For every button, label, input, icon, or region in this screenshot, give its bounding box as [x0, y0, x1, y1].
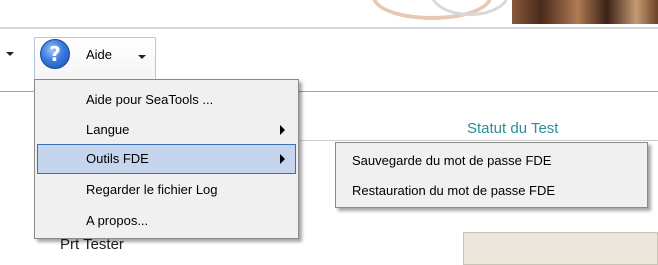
menu-item-label: Outils FDE: [86, 151, 149, 166]
banner-photo: [512, 0, 658, 24]
content-divider: [300, 140, 658, 141]
submenu-item-sauvegarde[interactable]: Sauvegarde du mot de passe FDE: [338, 146, 645, 176]
menu-item-langue[interactable]: Langue: [37, 115, 296, 145]
submenu-item-restauration[interactable]: Restauration du mot de passe FDE: [338, 176, 645, 206]
menu-item-outils-fde[interactable]: Outils FDE: [37, 144, 296, 174]
submenu-arrow-icon: [280, 125, 285, 135]
submenu-item-label: Sauvegarde du mot de passe FDE: [352, 153, 552, 168]
submenu-item-label: Restauration du mot de passe FDE: [352, 183, 556, 198]
aide-dropdown-menu: Aide pour SeaTools ... Langue Outils FDE…: [34, 79, 299, 239]
outils-fde-submenu: Sauvegarde du mot de passe FDE Restaurat…: [335, 142, 648, 208]
status-panel: [463, 232, 658, 265]
chevron-down-icon[interactable]: [6, 52, 14, 56]
menu-item-label: A propos...: [86, 213, 149, 228]
chevron-down-icon[interactable]: [138, 55, 146, 59]
menu-item-a-propos[interactable]: A propos...: [37, 206, 296, 236]
submenu-arrow-icon: [280, 154, 285, 164]
menu-item-aide-seatools[interactable]: Aide pour SeaTools ...: [37, 85, 296, 115]
statut-du-test-heading: Statut du Test: [467, 120, 559, 137]
header-banner: [0, 0, 658, 28]
menu-item-regarder-log[interactable]: Regarder le fichier Log: [37, 175, 296, 205]
aide-menu-label[interactable]: Aide: [86, 47, 112, 62]
menu-item-label: Aide pour SeaTools ...: [86, 92, 214, 107]
help-question-icon[interactable]: ?: [40, 39, 70, 69]
menu-item-label: Langue: [86, 122, 130, 137]
menu-item-label: Regarder le fichier Log: [86, 182, 218, 197]
